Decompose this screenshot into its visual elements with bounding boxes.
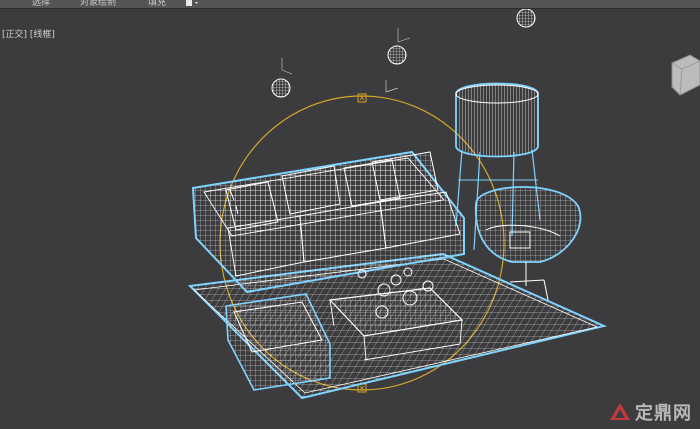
pendant-lamp[interactable] — [271, 58, 293, 98]
watermark-text: 定鼎网 — [635, 403, 692, 424]
tab-selection[interactable]: 选择 — [32, 0, 50, 8]
pendant-lamp[interactable] — [387, 28, 411, 65]
lock-icon[interactable] — [185, 0, 199, 7]
wireframe-scene — [187, 9, 608, 400]
tab-object-paint[interactable]: 对象绘制 — [80, 0, 116, 8]
ribbon-toolbar: 选择 对象绘制 填充 — [0, 0, 700, 9]
tab-fill[interactable]: 填充 — [148, 0, 166, 8]
viewport-3d[interactable]: [正交] [线框] 定鼎网 — [0, 9, 700, 429]
partial-sphere[interactable] — [516, 9, 536, 28]
brand-logo-icon — [610, 403, 630, 420]
watermark: 定鼎网 — [609, 401, 692, 424]
